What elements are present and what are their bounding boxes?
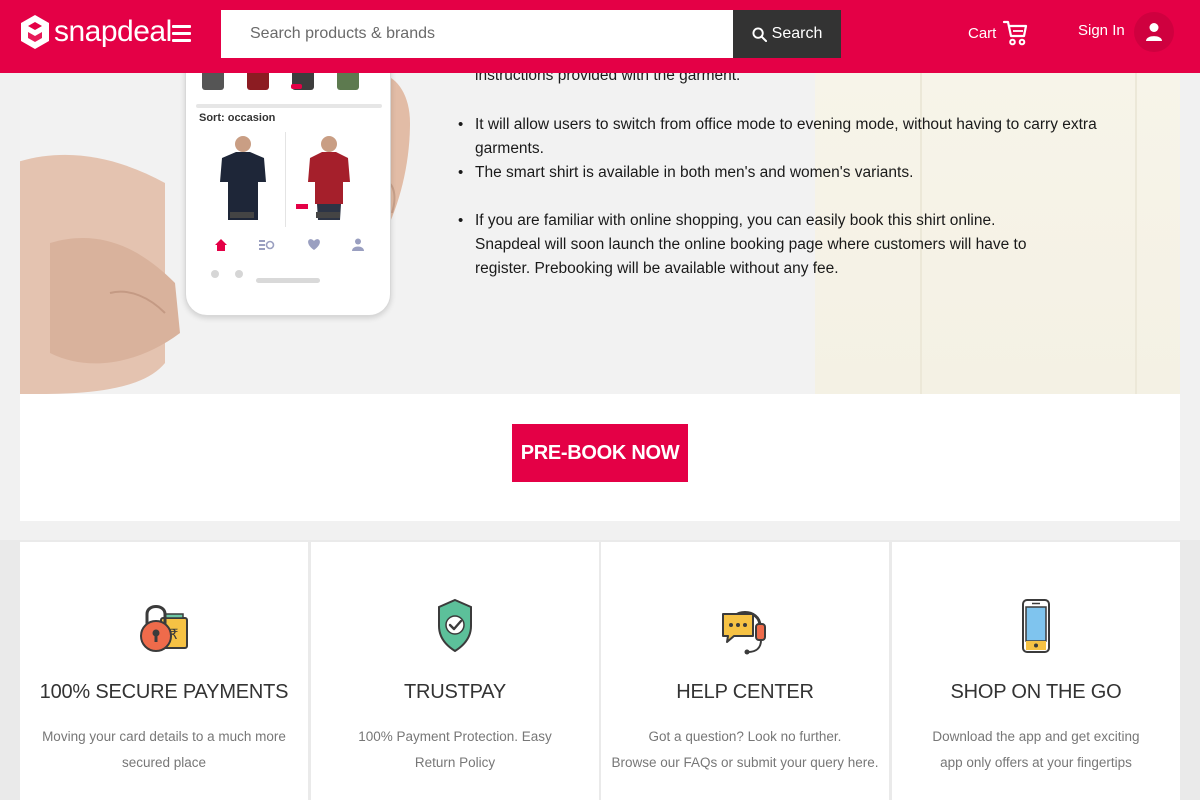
feature-description: Got a question? Look no further. Browse … — [601, 724, 889, 776]
headset-chat-icon — [722, 611, 766, 655]
search-button-label: Search — [771, 25, 823, 42]
phone-mockup: Sort: occasion — [185, 73, 391, 316]
search-button[interactable]: Search — [733, 10, 841, 58]
snapdeal-logo[interactable]: snapdeal — [20, 14, 172, 50]
bullet-item: • The smart shirt is available in both me… — [458, 161, 913, 185]
cart-label: Cart — [968, 24, 997, 42]
bullet-text: If you are familiar with online shopping… — [475, 212, 1027, 277]
feature-desc-line: secured place — [121, 755, 207, 770]
user-account-button[interactable] — [1134, 12, 1174, 52]
shield-check-icon — [438, 598, 472, 653]
menu-icon[interactable] — [172, 25, 191, 42]
lock-payment-icon: ₹ — [140, 605, 188, 652]
feature-description: Download the app and get exciting app on… — [892, 724, 1180, 776]
phone-product-navy-tshirt — [220, 136, 266, 220]
feature-desc-line: Return Policy — [414, 755, 496, 770]
product-hero-banner: Sort: occasion instructions provided wit… — [20, 73, 1180, 394]
search-input[interactable] — [221, 10, 733, 58]
phone-product-red-tshirt — [296, 136, 350, 220]
feature-title: TRUSTPAY — [403, 681, 507, 703]
feature-trustpay: TRUSTPAY 100% Payment Protection. Easy R… — [311, 542, 599, 800]
feature-desc-line: Moving your card details to a much more — [42, 729, 286, 744]
feature-secure-payments: ₹ 100% SECURE PAYMENTS Moving your card … — [20, 542, 308, 800]
bullet-text: The smart shirt is available in both men… — [475, 164, 914, 181]
feature-title: HELP CENTER — [676, 681, 814, 703]
smartphone-icon — [1022, 599, 1050, 653]
home-icon — [214, 239, 227, 251]
feature-title: SHOP ON THE GO — [950, 681, 1122, 703]
profile-icon — [352, 238, 365, 251]
bullet-item: • It will allow users to switch from offi… — [458, 113, 1098, 161]
cart-button[interactable]: Cart — [968, 19, 1028, 47]
feature-description: Moving your card details to a much more … — [20, 724, 308, 776]
feature-description: 100% Payment Protection. Easy Return Pol… — [311, 724, 599, 776]
filter-icon — [259, 240, 275, 250]
feature-desc-line: Download the app and get exciting — [932, 729, 1140, 744]
heart-icon — [307, 239, 320, 250]
search-icon — [752, 26, 767, 42]
phone-bottom-nav — [186, 238, 390, 252]
bullet-item: • If you are familiar with online shoppin… — [458, 209, 1058, 281]
phone-sort-label: Sort: occasion — [199, 112, 276, 124]
feature-desc-line: 100% Payment Protection. Easy — [358, 729, 552, 744]
site-header: snapdeal Search Cart Sign In — [0, 0, 1200, 73]
cart-icon — [1003, 20, 1028, 46]
user-icon — [1146, 23, 1162, 41]
feature-desc-line: app only offers at your fingertips — [940, 755, 1132, 770]
feature-desc-line: Got a question? Look no further. — [648, 729, 842, 744]
logo-text: snapdeal — [54, 15, 172, 48]
bullet-text: It will allow users to switch from offic… — [475, 116, 1097, 157]
prebook-section: PRE-BOOK NOW — [20, 394, 1180, 521]
feature-shop-on-the-go: SHOP ON THE GO Download the app and get … — [892, 542, 1180, 800]
feature-title: 100% SECURE PAYMENTS — [39, 681, 289, 703]
prebook-now-button[interactable]: PRE-BOOK NOW — [512, 424, 688, 482]
feature-desc-line: Browse our FAQs or submit your query her… — [611, 755, 879, 770]
feature-help-center: HELP CENTER Got a question? Look no furt… — [601, 542, 889, 800]
trust-features-row: ₹ 100% SECURE PAYMENTS Moving your card … — [0, 540, 1200, 800]
hero-continued-text: instructions provided with the garment. — [475, 73, 741, 84]
signin-link[interactable]: Sign In — [1078, 22, 1125, 39]
snapdeal-logo-icon — [21, 15, 49, 49]
